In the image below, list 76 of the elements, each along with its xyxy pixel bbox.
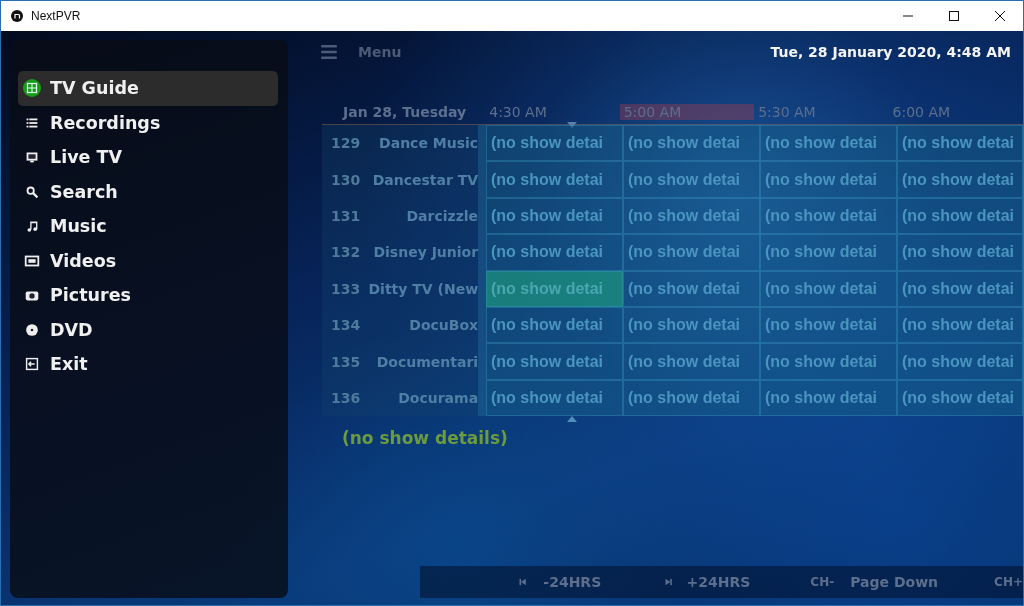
channel-number: 132 [330, 243, 362, 263]
channel-number: 133 [330, 279, 362, 299]
program-cell[interactable]: (no show detai [623, 197, 760, 235]
skip-forward-icon[interactable] [665, 576, 673, 588]
program-cell[interactable]: (no show detai [897, 343, 1023, 380]
program-cell[interactable]: (no show detai [623, 161, 760, 198]
sidebar-item[interactable]: Search [18, 174, 278, 209]
program-cell[interactable]: (no show detai [623, 234, 760, 271]
program-cell[interactable]: (no show detai [486, 343, 623, 380]
channel-number: 130 [330, 170, 362, 190]
program-cell[interactable]: (no show detai [760, 306, 897, 344]
channel-name[interactable]: Dancestar TV [361, 161, 479, 198]
program-cell[interactable]: (no show detai [897, 161, 1023, 198]
app-logo-icon [11, 10, 23, 22]
footer-action[interactable]: CH- [810, 575, 835, 589]
sidebar-item[interactable]: Pictures [18, 278, 278, 313]
channel-number: 129 [330, 134, 362, 154]
time-header: 6:00 AM [891, 103, 952, 120]
skip-back-icon[interactable] [519, 576, 527, 588]
sidebar-item[interactable]: DVD [18, 312, 278, 347]
program-cell[interactable]: (no show detai [623, 306, 760, 344]
window-title: NextPVR [31, 9, 81, 23]
sidebar-item[interactable]: Exit [18, 347, 278, 382]
footer-action[interactable]: -24HRS [543, 574, 602, 590]
channel-name[interactable]: Darcizzle [361, 197, 479, 235]
program-cell[interactable]: (no show detai [486, 234, 623, 271]
program-cell[interactable]: (no show detai [760, 379, 897, 417]
sidebar-item[interactable]: TV Guide [18, 71, 278, 106]
program-cell[interactable]: (no show detai [486, 306, 623, 344]
channel-number: 131 [330, 206, 362, 226]
time-header: 5:30 AM [757, 103, 817, 120]
show-details: (no show details) [342, 428, 508, 449]
sidebar-item[interactable]: Live TV [18, 140, 278, 175]
tv-guide-icon [23, 79, 41, 98]
program-cell[interactable]: (no show detai [623, 125, 760, 162]
program-cell[interactable]: (no show detai [760, 270, 897, 307]
footer-action[interactable]: CH+ [994, 575, 1023, 589]
channel-number: 135 [330, 352, 362, 372]
program-cell[interactable]: (no show detai [486, 161, 623, 198]
channel-name[interactable]: Dance Music [361, 125, 479, 162]
program-cell[interactable]: (no show detai [623, 379, 760, 417]
program-cell[interactable]: (no show detai [760, 197, 897, 235]
program-cell[interactable]: (no show detai [486, 125, 623, 162]
program-cell[interactable]: (no show detai [897, 234, 1023, 271]
program-cell[interactable]: (no show detai [897, 306, 1023, 344]
program-cell[interactable]: (no show detai [897, 270, 1023, 307]
channel-name[interactable]: Docurama [361, 379, 479, 417]
program-cell[interactable]: (no show detai [486, 379, 623, 417]
program-cell[interactable]: (no show detai [760, 161, 897, 198]
program-cell[interactable]: (no show detai [623, 343, 760, 380]
program-cell[interactable]: (no show detai [897, 379, 1023, 417]
sidebar-item[interactable]: Music [18, 209, 278, 244]
program-cell[interactable]: (no show detai [760, 343, 897, 380]
program-cell[interactable]: (no show detai [897, 197, 1023, 235]
footer-action[interactable]: +24HRS [686, 574, 751, 590]
program-cell[interactable]: (no show detai [760, 125, 897, 162]
channel-name[interactable]: Documentari [361, 343, 479, 380]
time-header: 4:30 AM [488, 103, 548, 120]
date-time: Tue, 28 January 2020, 4:48 AM [770, 44, 1011, 60]
channel-name[interactable]: Ditty TV (New [361, 270, 479, 307]
program-cell[interactable]: (no show detai [897, 125, 1023, 162]
sidebar-item[interactable]: Recordings [18, 105, 278, 140]
channel-name[interactable]: Disney Junior [361, 234, 479, 271]
menu-icon[interactable] [321, 45, 337, 59]
channel-number: 136 [330, 388, 362, 408]
program-cell[interactable]: (no show detai [760, 234, 897, 271]
down-arrow-icon[interactable] [567, 122, 577, 128]
channel-number: 134 [330, 316, 362, 336]
footer-action[interactable]: Page Down [850, 574, 939, 590]
channel-name[interactable]: DocuBox [361, 306, 479, 344]
sidebar-item[interactable]: Videos [18, 243, 278, 278]
menu-label[interactable]: Menu [358, 44, 402, 60]
up-arrow-icon[interactable] [567, 416, 577, 423]
guide-date: Jan 28, Tuesday [341, 103, 468, 120]
program-cell[interactable]: (no show detai [486, 197, 623, 235]
program-cell[interactable]: (no show detai [623, 270, 760, 307]
